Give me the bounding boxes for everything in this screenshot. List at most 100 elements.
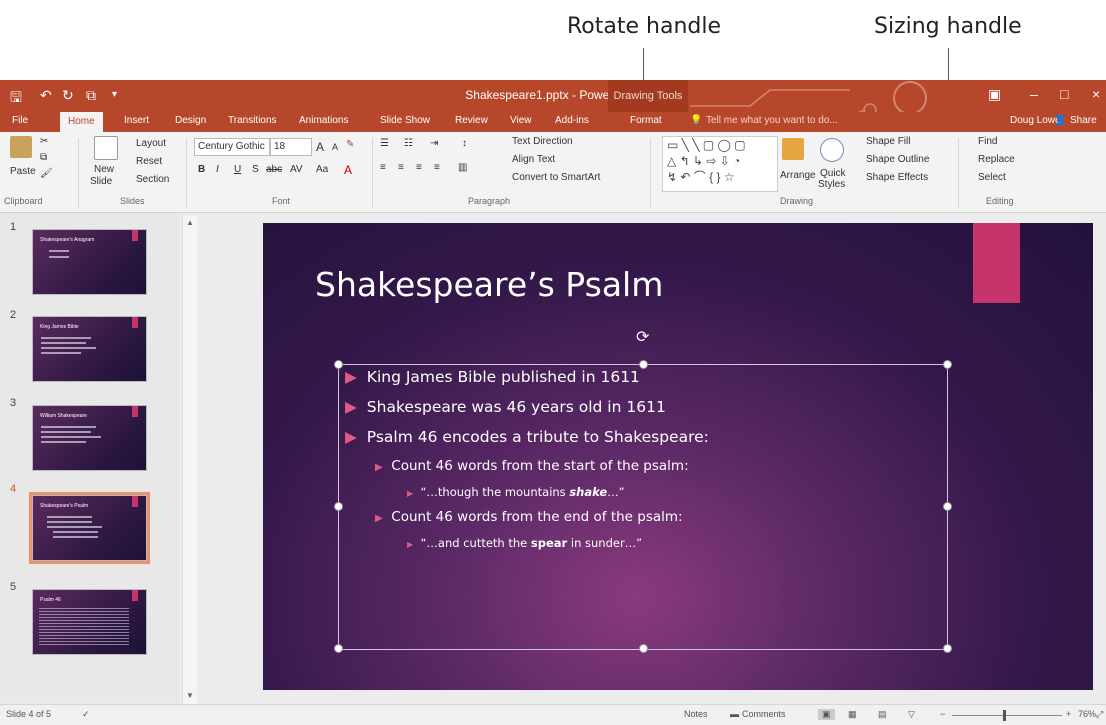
shape-outline-button[interactable]: Shape Outline <box>866 154 929 165</box>
convert-smartart-button[interactable]: Convert to SmartArt <box>512 172 600 183</box>
sizing-handle[interactable] <box>943 502 952 511</box>
zoom-slider-thumb[interactable] <box>1003 710 1006 721</box>
paste-button[interactable]: Paste <box>10 166 36 177</box>
justify-icon[interactable]: ≡ <box>434 162 440 173</box>
font-color-button[interactable]: A <box>344 163 352 177</box>
arrange-icon[interactable] <box>782 138 804 160</box>
sub-sub-bullet-item[interactable]: ▶ “…though the mountains shake…” <box>407 485 625 499</box>
layout-button[interactable]: Layout <box>136 138 166 149</box>
numbering-icon[interactable]: ☷ <box>404 138 413 149</box>
format-painter-icon[interactable]: 🖌 <box>40 168 53 179</box>
scroll-up-icon[interactable]: ▲ <box>186 218 194 227</box>
quick-styles-icon[interactable] <box>820 138 844 162</box>
slide-thumbnail-5[interactable]: Psalm 46 <box>32 589 147 655</box>
spellcheck-icon[interactable]: ✓ <box>82 709 90 720</box>
fit-slide-icon[interactable]: ⤢ <box>1096 709 1103 720</box>
tab-animations[interactable]: Animations <box>299 115 348 126</box>
scroll-down-icon[interactable]: ▼ <box>186 691 194 700</box>
center-icon[interactable]: ≡ <box>398 162 404 173</box>
ribbon-options-icon[interactable]: ▣ <box>988 86 1001 103</box>
italic-button[interactable]: I <box>216 164 219 175</box>
bullet-item[interactable]: ▶ Psalm 46 encodes a tribute to Shakespe… <box>345 428 709 446</box>
bullet-item[interactable]: ▶ Shakespeare was 46 years old in 1611 <box>345 398 666 416</box>
tab-slide-show[interactable]: Slide Show <box>380 115 430 126</box>
tab-review[interactable]: Review <box>455 115 488 126</box>
shrink-font-button[interactable]: A <box>332 142 338 152</box>
align-right-icon[interactable]: ≡ <box>416 162 422 173</box>
zoom-level[interactable]: 76% <box>1078 709 1096 719</box>
replace-button[interactable]: Replace <box>978 154 1015 165</box>
arrange-button[interactable]: Arrange <box>780 170 816 181</box>
tab-insert[interactable]: Insert <box>124 115 149 126</box>
bullets-icon[interactable]: ☰ <box>380 138 389 149</box>
zoom-slider[interactable] <box>952 715 1062 716</box>
restore-button[interactable]: □ <box>1060 86 1068 102</box>
align-left-icon[interactable]: ≡ <box>380 162 386 173</box>
paste-icon[interactable] <box>10 136 32 158</box>
text-direction-button[interactable]: Text Direction <box>512 136 573 147</box>
shape-fill-button[interactable]: Shape Fill <box>866 136 910 147</box>
share-icon[interactable]: 👤 <box>1054 115 1066 126</box>
minimize-button[interactable]: – <box>1030 86 1038 102</box>
sub-bullet-item[interactable]: ▶ Count 46 words from the start of the p… <box>375 458 689 474</box>
tab-view[interactable]: View <box>510 115 532 126</box>
sizing-handle[interactable] <box>943 360 952 369</box>
columns-icon[interactable]: ▥ <box>458 162 467 173</box>
sub-bullet-item[interactable]: ▶ Count 46 words from the end of the psa… <box>375 509 683 525</box>
shape-effects-button[interactable]: Shape Effects <box>866 172 928 183</box>
rotate-handle-icon[interactable]: ⟳ <box>636 327 649 347</box>
zoom-in-icon[interactable]: + <box>1066 709 1071 719</box>
sizing-handle[interactable] <box>943 644 952 653</box>
slide-canvas[interactable]: Shakespeare’s Psalm ⟳ ▶ King James Bible… <box>263 223 1093 690</box>
align-text-button[interactable]: Align Text <box>512 154 555 165</box>
shapes-gallery[interactable]: ▭ ╲ ╲ ▢ ◯ ▢ △ ↰ ↳ ⇨ ⇩ ◔ ↯ ↶ ⌒ { } ☆ <box>662 136 778 192</box>
slide-thumbnail-3[interactable]: William Shakespeare <box>32 405 147 471</box>
change-case-button[interactable]: Aa <box>316 164 328 175</box>
slide-thumbnail-2[interactable]: King James Bible <box>32 316 147 382</box>
sizing-handle[interactable] <box>334 502 343 511</box>
tab-file[interactable]: File <box>12 115 28 126</box>
comments-icon[interactable]: ▬ <box>730 709 739 719</box>
sizing-handle[interactable] <box>334 644 343 653</box>
shadow-button[interactable]: S <box>252 164 259 175</box>
new-slide-button-line2[interactable]: Slide <box>90 176 112 187</box>
notes-button[interactable]: Notes <box>684 709 708 719</box>
new-slide-button[interactable]: New <box>94 164 114 175</box>
clear-format-icon[interactable]: ✎ <box>346 139 354 150</box>
tab-add-ins[interactable]: Add-ins <box>555 115 589 126</box>
strikethrough-button[interactable]: abc <box>266 164 282 175</box>
bullet-item[interactable]: ▶ King James Bible published in 1611 <box>345 368 640 386</box>
comments-button[interactable]: Comments <box>742 709 786 719</box>
sizing-handle[interactable] <box>639 644 648 653</box>
font-size-select[interactable]: 18 <box>270 138 312 156</box>
slide-thumbnail-4[interactable]: Shakespeare's Psalm <box>29 492 150 564</box>
tab-format[interactable]: Format <box>630 115 662 126</box>
line-spacing-icon[interactable]: ↕ <box>462 138 467 149</box>
quick-styles-button[interactable]: Quick <box>820 168 846 179</box>
new-slide-icon[interactable] <box>94 136 118 160</box>
close-button[interactable]: × <box>1092 86 1100 102</box>
select-button[interactable]: Select <box>978 172 1006 183</box>
zoom-out-icon[interactable]: − <box>940 709 945 719</box>
quick-styles-button-line2[interactable]: Styles <box>818 179 845 190</box>
share-button[interactable]: Share <box>1070 115 1097 126</box>
section-button[interactable]: Section <box>136 174 169 185</box>
slide-sorter-icon[interactable]: ▦ <box>848 709 857 720</box>
reading-view-icon[interactable]: ▤ <box>878 709 887 720</box>
tab-design[interactable]: Design <box>175 115 206 126</box>
slide-thumbnail-1[interactable]: Shakespeare's Anagram <box>32 229 147 295</box>
normal-view-icon[interactable]: ▣ <box>818 709 835 720</box>
sizing-handle[interactable] <box>639 360 648 369</box>
thumbnail-scrollbar[interactable]: ▲ ▼ <box>182 216 197 704</box>
grow-font-button[interactable]: A <box>316 140 324 154</box>
slideshow-view-icon[interactable]: ▽ <box>908 709 915 720</box>
cut-icon[interactable]: ✂ <box>40 136 48 147</box>
reset-button[interactable]: Reset <box>136 156 162 167</box>
bold-button[interactable]: B <box>198 164 205 175</box>
tab-transitions[interactable]: Transitions <box>228 115 277 126</box>
tab-home[interactable]: Home <box>60 112 103 132</box>
user-name[interactable]: Doug Lowe <box>1010 115 1061 126</box>
indent-icon[interactable]: ⇥ <box>430 138 438 149</box>
slide-title[interactable]: Shakespeare’s Psalm <box>315 265 663 304</box>
font-family-select[interactable]: Century Gothic <box>194 138 270 156</box>
